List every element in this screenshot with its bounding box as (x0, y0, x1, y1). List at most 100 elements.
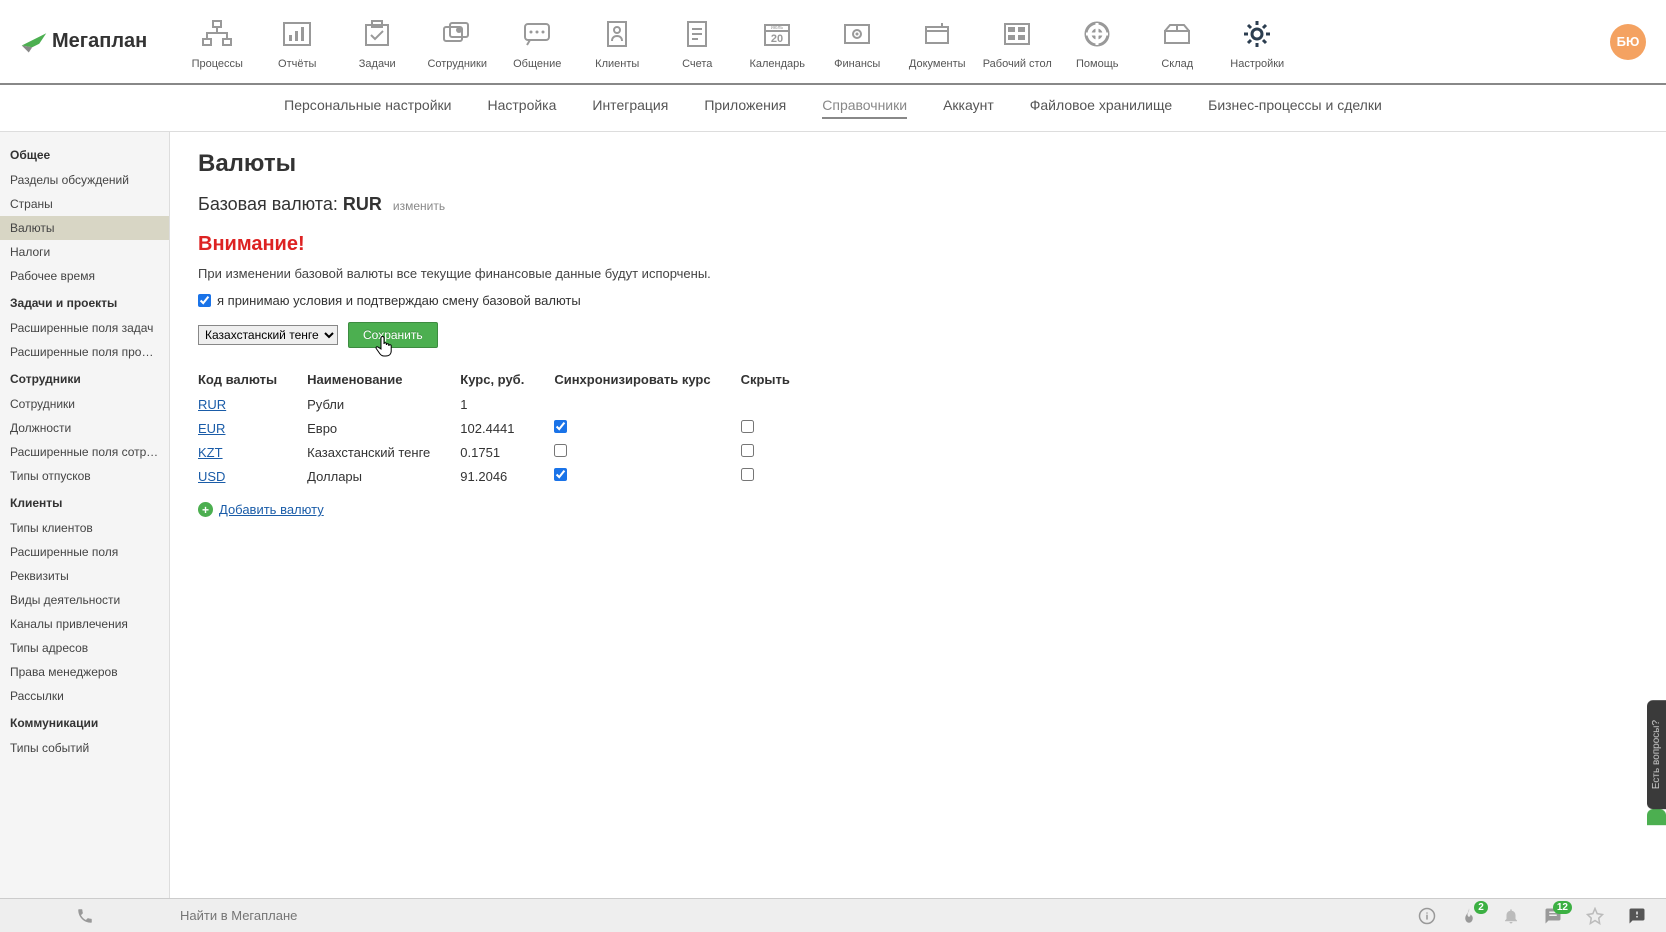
th-rate: Курс, руб. (460, 368, 554, 393)
accept-checkbox[interactable] (198, 294, 211, 307)
sidebar-entry-15[interactable]: Типы клиентов (0, 516, 169, 540)
sidebar-entry-5[interactable]: Рабочее время (0, 264, 169, 288)
topnav-item-9[interactable]: Документы (897, 10, 977, 74)
currency-code-link[interactable]: EUR (198, 421, 225, 436)
footer-bell-icon[interactable] (1502, 907, 1520, 925)
topnav-item-12[interactable]: Склад (1137, 10, 1217, 74)
change-base-link[interactable]: изменить (393, 199, 445, 213)
logo[interactable]: Мегаплан (20, 28, 147, 56)
footer: 2 12 (0, 898, 1666, 932)
add-plus-icon: + (198, 502, 213, 517)
topnav-label: Настройки (1230, 58, 1284, 70)
currency-code-link[interactable]: KZT (198, 445, 223, 460)
topnav-item-0[interactable]: Процессы (177, 10, 257, 74)
hide-checkbox[interactable] (741, 420, 754, 433)
sidebar-entry-19[interactable]: Каналы привлечения (0, 612, 169, 636)
sync-checkbox[interactable] (554, 444, 567, 457)
topnav-label: Рабочий стол (983, 58, 1052, 70)
footer-fire-icon[interactable]: 2 (1460, 907, 1478, 925)
currency-name: Евро (307, 416, 460, 440)
subnav-item-1[interactable]: Настройка (487, 97, 556, 119)
sidebar-entry-3[interactable]: Валюты (0, 216, 169, 240)
sidebar-entry-17[interactable]: Реквизиты (0, 564, 169, 588)
currency-code-link[interactable]: USD (198, 469, 225, 484)
topnav-item-6[interactable]: Счета (657, 10, 737, 74)
hide-checkbox[interactable] (741, 468, 754, 481)
sync-checkbox[interactable] (554, 468, 567, 481)
hide-checkbox[interactable] (741, 444, 754, 457)
topnav-label: Финансы (834, 58, 880, 70)
topnav-item-10[interactable]: Рабочий стол (977, 10, 1057, 74)
footer-phone-icon[interactable] (0, 907, 170, 925)
sidebar: ОбщееРазделы обсужденийСтраныВалютыНалог… (0, 132, 170, 901)
footer-chat-icon[interactable]: 12 (1544, 907, 1562, 925)
footer-feedback-icon[interactable] (1628, 907, 1646, 925)
topnav-label: Документы (909, 58, 966, 70)
sidebar-entry-7[interactable]: Расширенные поля задач (0, 316, 169, 340)
sidebar-entry-9: Сотрудники (0, 364, 169, 392)
topnav-item-1[interactable]: Отчёты (257, 10, 337, 74)
currency-select[interactable]: Казахстанский тенге (198, 325, 338, 345)
subnav-item-2[interactable]: Интеграция (592, 97, 668, 119)
topnav-label: Отчёты (278, 58, 316, 70)
sidebar-entry-2[interactable]: Страны (0, 192, 169, 216)
sidebar-entry-23: Коммуникации (0, 708, 169, 736)
table-row: RURРубли1 (198, 393, 820, 416)
topnav-item-13[interactable]: Настройки (1217, 10, 1297, 74)
footer-search (170, 908, 1398, 923)
save-button[interactable]: Сохранить (348, 322, 438, 348)
base-currency-value: RUR (343, 194, 382, 214)
topnav-item-2[interactable]: Задачи (337, 10, 417, 74)
topnav-label: Склад (1161, 58, 1193, 70)
subnav-item-6[interactable]: Файловое хранилище (1030, 97, 1172, 119)
warning-title: Внимание! (198, 233, 1638, 256)
subnav-item-4[interactable]: Справочники (822, 97, 907, 119)
topnav-item-11[interactable]: Помощь (1057, 10, 1137, 74)
questions-tab[interactable]: Есть вопросы? (1647, 700, 1666, 809)
topnav-item-7[interactable]: июль20Календарь (737, 10, 817, 74)
add-currency-link[interactable]: Добавить валюту (219, 502, 324, 517)
sidebar-entry-1[interactable]: Разделы обсуждений (0, 168, 169, 192)
search-input[interactable] (180, 908, 1388, 923)
sidebar-entry-21[interactable]: Права менеджеров (0, 660, 169, 684)
sidebar-entry-12[interactable]: Расширенные поля сотру... (0, 440, 169, 464)
topnav-item-4[interactable]: Общение (497, 10, 577, 74)
topnav-icon (677, 14, 717, 54)
sidebar-entry-13[interactable]: Типы отпусков (0, 464, 169, 488)
topnav-icon (837, 14, 877, 54)
subnav-item-3[interactable]: Приложения (704, 97, 786, 119)
topnav-item-8[interactable]: Финансы (817, 10, 897, 74)
top-nav: Процессы Отчёты Задачи Сотрудники ОбщениеКли… (177, 10, 1610, 74)
sidebar-entry-8[interactable]: Расширенные поля проек... (0, 340, 169, 364)
topnav-label: Помощь (1076, 58, 1119, 70)
chat-badge: 12 (1553, 901, 1572, 914)
subnav-item-0[interactable]: Персональные настройки (284, 97, 451, 119)
footer-info-icon[interactable] (1418, 907, 1436, 925)
sync-checkbox[interactable] (554, 420, 567, 433)
table-row: USDДоллары91.2046 (198, 464, 820, 488)
th-hide: Скрыть (741, 368, 820, 393)
topnav-icon (997, 14, 1037, 54)
subnav-item-7[interactable]: Бизнес-процессы и сделки (1208, 97, 1382, 119)
currency-name: Казахстанский тенге (307, 440, 460, 464)
subnav-item-5[interactable]: Аккаунт (943, 97, 994, 119)
currency-rate: 0.1751 (460, 440, 554, 464)
topnav-label: Сотрудники (427, 58, 487, 70)
topnav-item-3[interactable]: Сотрудники (417, 10, 497, 74)
topnav-item-5[interactable]: Клиенты (577, 10, 657, 74)
sidebar-entry-4[interactable]: Налоги (0, 240, 169, 264)
sidebar-entry-22[interactable]: Рассылки (0, 684, 169, 708)
sidebar-entry-11[interactable]: Должности (0, 416, 169, 440)
sidebar-entry-10[interactable]: Сотрудники (0, 392, 169, 416)
sidebar-entry-18[interactable]: Виды деятельности (0, 588, 169, 612)
footer-star-icon[interactable] (1586, 907, 1604, 925)
sidebar-entry-16[interactable]: Расширенные поля (0, 540, 169, 564)
currency-code-link[interactable]: RUR (198, 397, 226, 412)
fire-badge: 2 (1474, 901, 1488, 914)
topnav-icon (517, 14, 557, 54)
avatar[interactable]: БЮ (1610, 24, 1646, 60)
currency-rate: 91.2046 (460, 464, 554, 488)
sidebar-entry-20[interactable]: Типы адресов (0, 636, 169, 660)
sidebar-entry-24[interactable]: Типы событий (0, 736, 169, 760)
table-row: KZT Казахстанский тенге0.1751 (198, 440, 820, 464)
